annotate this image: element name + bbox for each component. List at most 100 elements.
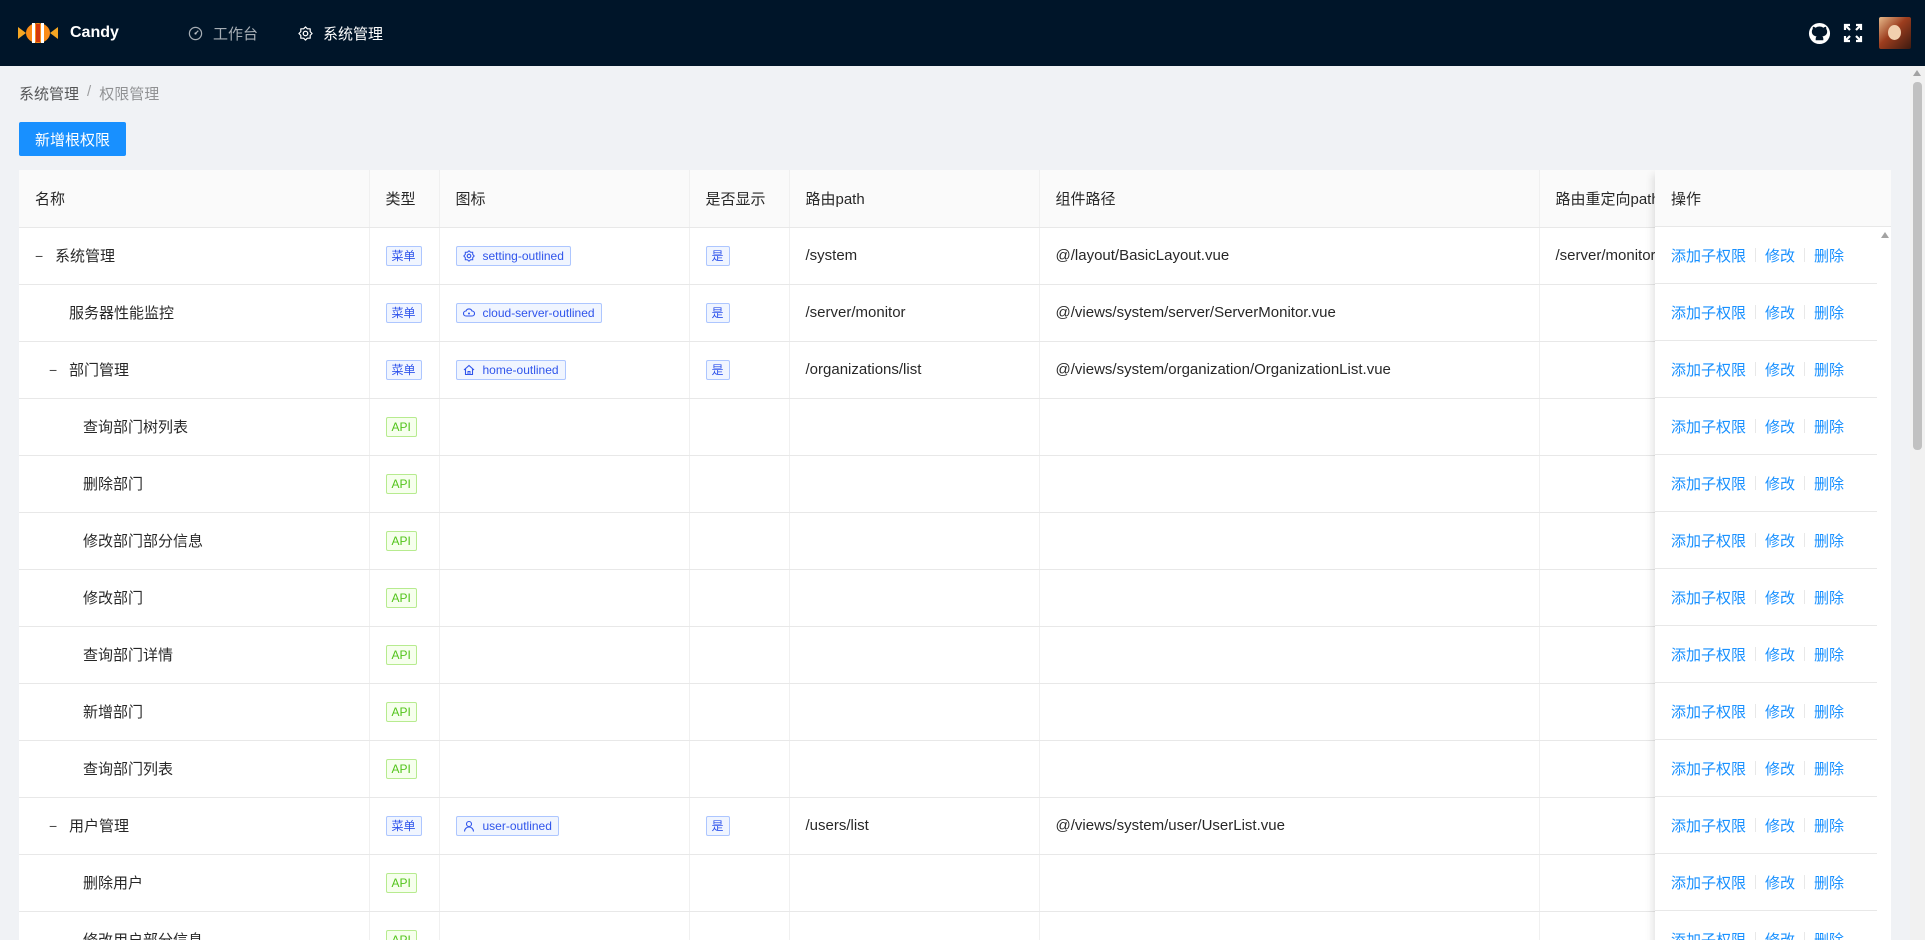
add-child-permission-link[interactable]: 添加子权限 [1671,473,1746,494]
permission-name: 查询部门详情 [83,647,174,664]
permission-name: 删除用户 [83,875,144,892]
edit-link[interactable]: 修改 [1765,644,1795,665]
user-icon [463,820,474,832]
page-scrollbar[interactable] [1910,66,1925,940]
delete-link[interactable]: 删除 [1814,416,1844,437]
show-cell [689,455,790,513]
column-header-icon: 图标 [439,170,690,228]
type-tag: 菜单 [385,245,422,266]
delete-link[interactable]: 删除 [1814,473,1844,494]
divider [1755,248,1757,262]
logo[interactable]: Candy [18,21,136,45]
add-child-permission-link[interactable]: 添加子权限 [1671,359,1746,380]
table-row: 查询部门树列表 API [19,398,1891,456]
add-child-permission-link[interactable]: 添加子权限 [1671,758,1746,779]
delete-link[interactable]: 删除 [1814,815,1844,836]
add-child-permission-link[interactable]: 添加子权限 [1671,644,1746,665]
breadcrumb-parent[interactable]: 系统管理 [19,83,79,104]
operations-row: 添加子权限 修改 删除 [1655,227,1877,284]
nav-item-dashboard[interactable]: 工作台 [168,0,278,66]
add-child-permission-link[interactable]: 添加子权限 [1671,245,1746,266]
delete-link[interactable]: 删除 [1814,530,1844,551]
table-row: 新增部门 API [19,683,1891,741]
github-icon[interactable] [1807,21,1831,45]
icon-cell [439,683,690,741]
add-child-permission-link[interactable]: 添加子权限 [1671,701,1746,722]
edit-link[interactable]: 修改 [1765,701,1795,722]
add-child-permission-link[interactable]: 添加子权限 [1671,416,1746,437]
edit-link[interactable]: 修改 [1765,473,1795,494]
icon-cell: user-outlined [439,797,690,855]
type-tag: API [385,758,417,779]
type-tag: API [385,872,417,893]
operations-row: 添加子权限 修改 删除 [1655,797,1877,854]
top-nav: 工作台 系统管理 [168,0,403,66]
delete-link[interactable]: 删除 [1814,701,1844,722]
divider [1755,419,1757,433]
collapse-icon[interactable]: − [49,818,61,834]
edit-link[interactable]: 修改 [1765,758,1795,779]
fullscreen-icon[interactable] [1841,21,1865,45]
type-tag: API [385,587,417,608]
add-child-permission-link[interactable]: 添加子权限 [1671,929,1746,940]
path-cell [789,398,1040,456]
scroll-up-arrow-icon[interactable] [1913,70,1921,76]
delete-link[interactable]: 删除 [1814,929,1844,940]
add-root-permission-button[interactable]: 新增根权限 [19,122,126,156]
component-cell [1039,512,1540,570]
delete-link[interactable]: 删除 [1814,245,1844,266]
operations-row: 添加子权限 修改 删除 [1655,398,1877,455]
edit-link[interactable]: 修改 [1765,416,1795,437]
edit-link[interactable]: 修改 [1765,929,1795,940]
edit-link[interactable]: 修改 [1765,359,1795,380]
delete-link[interactable]: 删除 [1814,872,1844,893]
operations-row: 添加子权限 修改 删除 [1655,911,1877,940]
edit-link[interactable]: 修改 [1765,302,1795,323]
edit-link[interactable]: 修改 [1765,587,1795,608]
divider [1804,818,1806,832]
avatar[interactable] [1879,17,1911,49]
divider [1755,875,1757,889]
breadcrumb-separator: / [87,83,92,100]
delete-link[interactable]: 删除 [1814,359,1844,380]
nav-label-dashboard: 工作台 [213,25,259,43]
edit-link[interactable]: 修改 [1765,245,1795,266]
type-tag: API [385,644,417,665]
icon-tag-label: user-outlined [482,818,552,833]
operations-row: 添加子权限 修改 删除 [1655,683,1877,740]
nav-item-system[interactable]: 系统管理 [278,0,403,66]
table-scroll-up-icon[interactable] [1881,232,1889,238]
top-header: Candy 工作台 系统管理 [0,0,1925,66]
edit-link[interactable]: 修改 [1765,872,1795,893]
show-cell: 是 [689,341,790,399]
component-cell [1039,911,1540,940]
edit-link[interactable]: 修改 [1765,815,1795,836]
collapse-icon[interactable]: − [35,248,47,264]
operations-row: 添加子权限 修改 删除 [1655,569,1877,626]
delete-link[interactable]: 删除 [1814,758,1844,779]
column-header-show: 是否显示 [689,170,790,228]
divider [1755,818,1757,832]
add-child-permission-link[interactable]: 添加子权限 [1671,815,1746,836]
add-child-permission-link[interactable]: 添加子权限 [1671,530,1746,551]
add-child-permission-link[interactable]: 添加子权限 [1671,872,1746,893]
cloud-server-icon [462,307,475,317]
scrollbar-thumb[interactable] [1913,82,1922,450]
delete-link[interactable]: 删除 [1814,587,1844,608]
permission-name: 删除部门 [83,476,144,493]
icon-cell [439,911,690,940]
path-cell [789,854,1040,912]
type-cell: API [369,398,440,456]
edit-link[interactable]: 修改 [1765,530,1795,551]
table-row: 删除用户 API [19,854,1891,912]
type-cell: API [369,683,440,741]
show-cell: 是 [689,284,790,342]
delete-link[interactable]: 删除 [1814,302,1844,323]
add-child-permission-link[interactable]: 添加子权限 [1671,302,1746,323]
show-cell: 是 [689,227,790,285]
collapse-icon[interactable]: − [49,362,61,378]
name-cell: 修改用户部分信息 [19,911,370,940]
divider [1804,533,1806,547]
add-child-permission-link[interactable]: 添加子权限 [1671,587,1746,608]
delete-link[interactable]: 删除 [1814,644,1844,665]
